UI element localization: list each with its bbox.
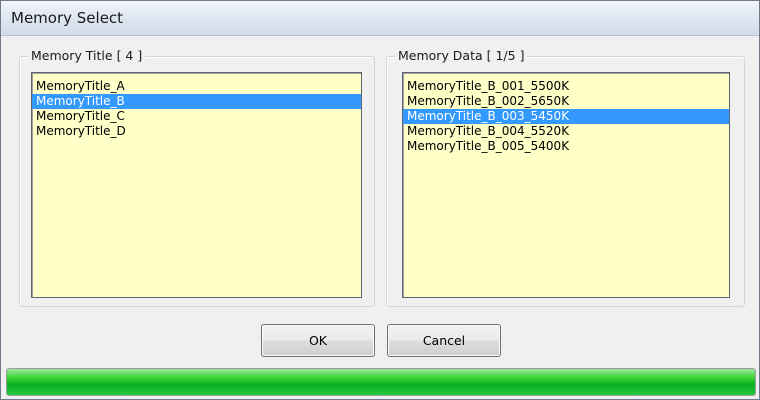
memory-data-list-item[interactable]: MemoryTitle_B_004_5520K xyxy=(403,124,729,139)
memory-title-list-item[interactable]: MemoryTitle_D xyxy=(32,124,361,139)
memory-data-group-label: Memory Data [ 1/5 ] xyxy=(395,48,528,63)
memory-select-dialog: Memory Select Memory Title [ 4 ] MemoryT… xyxy=(0,0,760,400)
memory-data-list-item[interactable]: MemoryTitle_B_001_5500K xyxy=(403,79,729,94)
cancel-button[interactable]: Cancel xyxy=(387,324,501,357)
memory-data-list-item[interactable]: MemoryTitle_B_002_5650K xyxy=(403,94,729,109)
memory-title-list-item[interactable]: MemoryTitle_C xyxy=(32,109,361,124)
title-bar[interactable]: Memory Select xyxy=(1,1,759,36)
progress-bar-fill xyxy=(7,369,755,395)
memory-title-group-label: Memory Title [ 4 ] xyxy=(28,48,146,63)
memory-data-list-item[interactable]: MemoryTitle_B_003_5450K xyxy=(403,109,729,124)
memory-data-group: Memory Data [ 1/5 ] MemoryTitle_B_001_55… xyxy=(386,48,745,307)
memory-title-list-item[interactable]: MemoryTitle_A xyxy=(32,79,361,94)
memory-data-listbox[interactable]: MemoryTitle_B_001_5500K MemoryTitle_B_00… xyxy=(402,72,730,298)
progress-bar xyxy=(6,368,756,396)
memory-title-list-item[interactable]: MemoryTitle_B xyxy=(32,94,361,109)
window-title: Memory Select xyxy=(11,9,124,27)
ok-button[interactable]: OK xyxy=(261,324,375,357)
memory-title-group: Memory Title [ 4 ] MemoryTitle_A MemoryT… xyxy=(19,48,375,307)
memory-title-listbox[interactable]: MemoryTitle_A MemoryTitle_B MemoryTitle_… xyxy=(31,72,362,298)
memory-data-list-item[interactable]: MemoryTitle_B_005_5400K xyxy=(403,139,729,154)
